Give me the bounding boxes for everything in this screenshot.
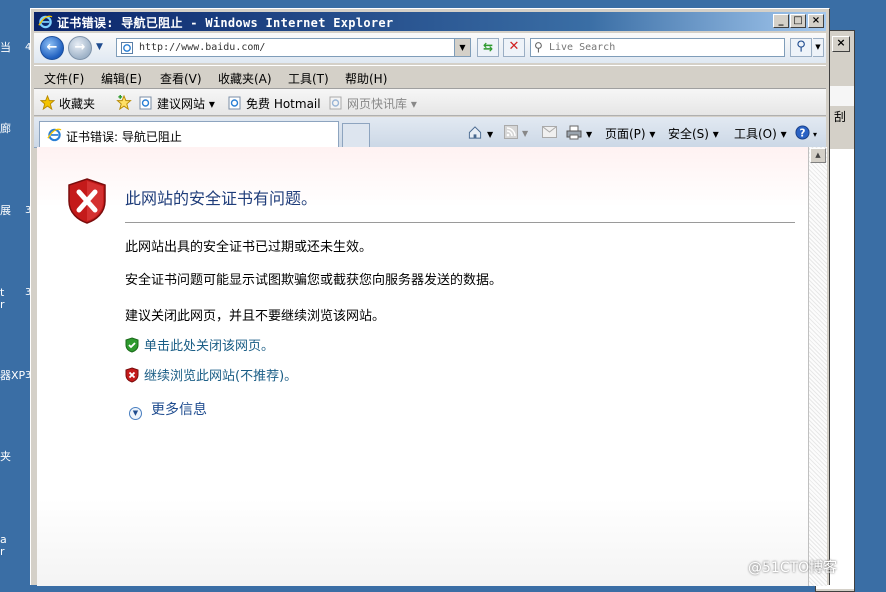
- safety-menu-button[interactable]: 安全(S) ▾: [668, 125, 719, 142]
- menu-help[interactable]: 帮助(H): [345, 70, 387, 87]
- background-window-text: 刮: [833, 110, 846, 124]
- refresh-button[interactable]: ⇆: [477, 38, 499, 57]
- divider: [125, 222, 795, 223]
- svg-text:?: ?: [800, 127, 806, 139]
- recent-pages-dropdown[interactable]: ▼: [96, 42, 103, 52]
- printer-icon: [566, 125, 582, 140]
- star-icon: [40, 95, 55, 110]
- favorite-suggested-sites[interactable]: 建议网站 ▾: [139, 95, 215, 112]
- desktop-icon-label[interactable]: 廊: [0, 123, 11, 135]
- page-icon: [121, 42, 133, 54]
- window-title: 证书错误: 导航已阻止 - Windows Internet Explorer: [57, 16, 394, 30]
- address-bar[interactable]: ▼: [116, 38, 471, 57]
- menu-tools[interactable]: 工具(T): [288, 70, 329, 87]
- refresh-icon: ⇆: [482, 40, 494, 54]
- menu-bar: 文件(F) 编辑(E) 查看(V) 收藏夹(A) 工具(T) 帮助(H): [34, 65, 826, 89]
- more-information-toggle[interactable]: ▼ 更多信息: [129, 399, 207, 420]
- continue-website-link[interactable]: 继续浏览此网站(不推荐)。: [125, 365, 297, 384]
- ie-page-icon: [139, 96, 152, 110]
- ie-logo-icon: [38, 15, 53, 29]
- favorite-label: 网页快讯库 ▾: [347, 97, 417, 111]
- favorites-label: 收藏夹: [59, 97, 96, 111]
- title-bar[interactable]: 证书错误: 导航已阻止 - Windows Internet Explorer …: [34, 12, 826, 31]
- home-icon: [468, 126, 482, 139]
- red-shield-x-icon: [68, 178, 106, 224]
- address-input[interactable]: [139, 40, 449, 55]
- green-shield-check-icon: [125, 337, 139, 353]
- tab-certificate-error[interactable]: 证书错误: 导航已阻止: [39, 121, 339, 147]
- desktop-icon-label[interactable]: a r: [0, 534, 7, 558]
- minimize-button[interactable]: _: [773, 14, 789, 28]
- ie-page-icon: [228, 96, 241, 110]
- favorite-label: 免费 Hotmail: [246, 97, 321, 111]
- red-shield-x-icon: [125, 367, 139, 383]
- add-favorite-icon: [116, 95, 132, 110]
- home-button[interactable]: ▼: [467, 125, 493, 140]
- favorites-bar: 收藏夹 建议网站 ▾ 免费 Hotmail 网页快讯库 ▾: [34, 89, 826, 116]
- web-slice-icon: [329, 96, 342, 110]
- arrow-right-icon: →: [74, 40, 86, 55]
- search-button[interactable]: ⚲: [790, 38, 812, 57]
- favorite-label: 建议网站 ▾: [157, 97, 215, 111]
- feeds-button[interactable]: ▼: [504, 125, 528, 139]
- ie-logo-icon: [47, 128, 62, 142]
- scroll-up-button[interactable]: ▲: [810, 148, 826, 163]
- desktop-icon-label[interactable]: 展: [0, 205, 11, 217]
- print-button[interactable]: ▼: [566, 125, 592, 140]
- search-provider-icon: ⚲: [534, 40, 543, 54]
- help-dropdown-arrow: ▾: [813, 130, 818, 139]
- back-button[interactable]: ←: [40, 36, 64, 60]
- favorites-button[interactable]: 收藏夹: [40, 95, 95, 112]
- address-dropdown-button[interactable]: ▼: [454, 39, 470, 56]
- page-content: 此网站的安全证书有问题。 此网站出具的安全证书已过期或还未生效。 安全证书问题可…: [37, 147, 808, 586]
- chevron-down-icon: ▼: [129, 407, 142, 420]
- page-menu-button[interactable]: 页面(P) ▾: [605, 125, 655, 142]
- tab-label: 证书错误: 导航已阻止: [66, 130, 182, 144]
- paragraph-expired: 此网站出具的安全证书已过期或还未生效。: [125, 240, 373, 255]
- stop-button[interactable]: ✕: [503, 38, 525, 57]
- search-input[interactable]: [549, 40, 769, 55]
- menu-view[interactable]: 查看(V): [160, 70, 202, 87]
- vertical-scrollbar[interactable]: ▲: [808, 147, 827, 586]
- desktop-icon-label[interactable]: 当: [0, 42, 11, 54]
- more-information-label: 更多信息: [151, 402, 207, 418]
- navigation-bar: ← → ▼ ▼ ⇆ ✕ ⚲ ⚲ ▼: [34, 33, 826, 63]
- rss-feed-icon: [504, 125, 518, 139]
- desktop-icon-label[interactable]: 器XP: [0, 370, 25, 382]
- close-button[interactable]: ×: [808, 14, 824, 28]
- continue-website-link-text: 继续浏览此网站(不推荐)。: [144, 369, 298, 384]
- forward-button[interactable]: →: [68, 36, 92, 60]
- search-icon: ⚲: [796, 39, 806, 54]
- mail-icon: [542, 126, 557, 138]
- help-icon: ?: [795, 125, 810, 140]
- watermark: @51CTO博客: [748, 560, 838, 576]
- search-box[interactable]: ⚲: [530, 38, 785, 57]
- close-page-link[interactable]: 单击此处关闭该网页。: [125, 335, 274, 354]
- maximize-button[interactable]: □: [790, 14, 806, 28]
- tab-row: 证书错误: 导航已阻止 ▼ ▼ ▼ 页面(P) ▾ 安全(S) ▾ 工具(O) …: [34, 117, 826, 148]
- ie-window: 证书错误: 导航已阻止 - Windows Internet Explorer …: [30, 8, 830, 586]
- close-page-link-text: 单击此处关闭该网页。: [144, 339, 275, 354]
- desktop-icon-label[interactable]: 夹: [0, 451, 11, 463]
- search-options-dropdown[interactable]: ▼: [813, 38, 824, 57]
- page-title: 此网站的安全证书有问题。: [125, 189, 318, 208]
- favorite-hotmail[interactable]: 免费 Hotmail: [228, 95, 321, 112]
- add-favorite-button[interactable]: [116, 95, 136, 111]
- favorite-web-slice-gallery[interactable]: 网页快讯库 ▾: [329, 95, 417, 112]
- stop-icon: ✕: [508, 39, 520, 54]
- menu-edit[interactable]: 编辑(E): [101, 70, 142, 87]
- new-tab-button[interactable]: [342, 123, 370, 147]
- desktop-icon-label[interactable]: t r: [0, 287, 5, 311]
- arrow-left-icon: ←: [46, 40, 58, 55]
- help-menu-button[interactable]: ? ▾: [795, 125, 817, 140]
- paragraph-recommendation: 建议关闭此网页，并且不要继续浏览该网站。: [125, 309, 386, 324]
- menu-favorites[interactable]: 收藏夹(A): [218, 70, 272, 87]
- tools-menu-button[interactable]: 工具(O) ▾: [734, 125, 787, 142]
- read-mail-button[interactable]: [542, 125, 557, 139]
- background-window-close-button[interactable]: ×: [832, 36, 850, 52]
- menu-file[interactable]: 文件(F): [44, 70, 84, 87]
- paragraph-warning: 安全证书问题可能显示试图欺骗您或截获您向服务器发送的数据。: [125, 273, 503, 288]
